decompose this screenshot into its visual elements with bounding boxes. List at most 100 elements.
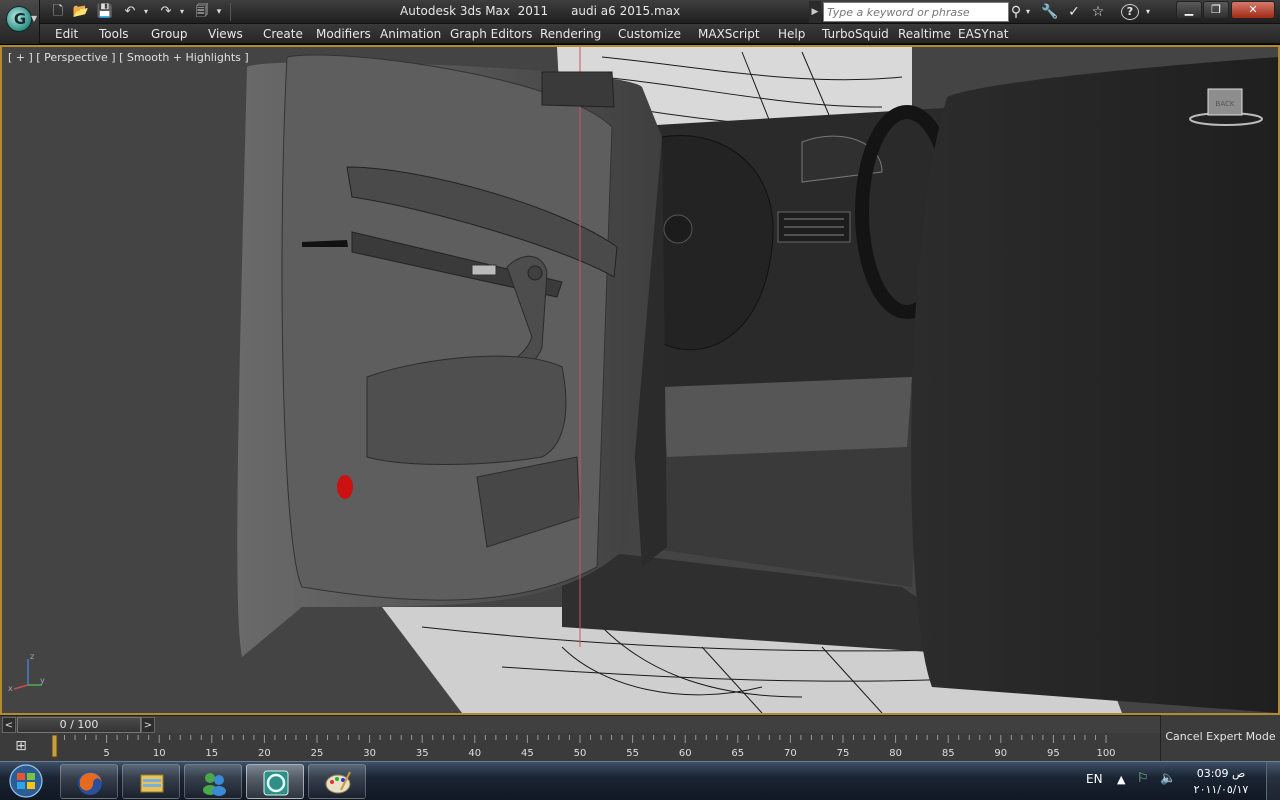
menu-create[interactable]: Create <box>263 27 303 41</box>
favorites-star-icon[interactable]: ☆ <box>1087 1 1109 23</box>
language-indicator[interactable]: EN <box>1086 772 1103 786</box>
axis-y-label: y <box>40 676 45 685</box>
menu-help[interactable]: Help <box>778 27 805 41</box>
title-bar: 🗋 📂 💾 ↶ ▾ ↷ ▾ 🗐 ▾ Autodesk 3ds Max 2011 … <box>0 0 1280 24</box>
menu-bar: Edit Tools Group Views Create Modifiers … <box>40 24 1280 44</box>
chevron-down-icon: ▼ <box>31 14 38 23</box>
ruler-tick-label: 25 <box>311 748 324 759</box>
menu-realtime[interactable]: Realtime <box>898 27 951 41</box>
redo-dropdown-icon[interactable]: ▾ <box>176 2 188 22</box>
firefox-icon <box>78 771 102 795</box>
time-slider-next-button[interactable]: > <box>141 717 155 733</box>
quick-access-dropdown-icon[interactable]: ▾ <box>212 2 226 22</box>
help-icon[interactable]: ? <box>1121 4 1139 20</box>
ruler-tick-label: 35 <box>416 748 429 759</box>
ruler-tick-label: 15 <box>205 748 218 759</box>
menu-animation[interactable]: Animation <box>380 27 441 41</box>
messenger-icon <box>203 773 226 796</box>
time-slider-prev-button[interactable]: < <box>2 717 16 733</box>
3ds-max-icon <box>263 770 289 796</box>
close-button[interactable]: ✕ <box>1231 1 1275 19</box>
menu-group[interactable]: Group <box>151 27 188 41</box>
maximize-button[interactable]: ❐ <box>1203 1 1229 19</box>
infocenter: ▶ ⚲ ▾ 🔧 ✓ ☆ ? ▾ <box>809 1 1159 23</box>
taskbar-3ds-max[interactable] <box>246 764 304 799</box>
toolbar-separator <box>230 3 231 21</box>
menu-rendering[interactable]: Rendering <box>540 27 601 41</box>
search-expand-icon[interactable]: ▶ <box>809 1 821 23</box>
volume-icon[interactable]: 🔈 <box>1160 771 1176 786</box>
help-dropdown-icon[interactable]: ▾ <box>1142 1 1154 23</box>
undo-icon[interactable]: ↶ <box>120 2 140 22</box>
search-input[interactable] <box>823 2 1009 22</box>
ruler-tick-label: 55 <box>626 748 639 759</box>
show-desktop-button[interactable] <box>1266 762 1280 800</box>
communication-center-icon[interactable]: ✓ <box>1063 1 1085 23</box>
car-interior-render <box>2 47 1278 713</box>
taskbar-firefox[interactable] <box>60 764 118 799</box>
new-file-icon[interactable]: 🗋 <box>48 2 68 22</box>
clock-time[interactable]: ص 03:09 <box>1190 767 1252 780</box>
open-file-icon[interactable]: 📂 <box>71 2 91 22</box>
axis-z-label: z <box>30 652 34 661</box>
folder-icon <box>140 774 164 793</box>
ruler-tick-label: 95 <box>1047 748 1060 759</box>
ruler-tick-label: 10 <box>153 748 166 759</box>
menu-turbosquid[interactable]: TurboSquid <box>822 27 889 41</box>
ruler-tick-label: 65 <box>731 748 744 759</box>
taskbar-file-explorer[interactable] <box>122 764 180 799</box>
paint-palette-icon <box>325 771 351 794</box>
search-dropdown-icon[interactable]: ▾ <box>1023 1 1033 23</box>
menu-views[interactable]: Views <box>208 27 243 41</box>
menu-modifiers[interactable]: Modifiers <box>316 27 371 41</box>
viewcube-face-label: BACK <box>1216 100 1235 108</box>
menu-maxscript[interactable]: MAXScript <box>698 27 760 41</box>
undo-dropdown-icon[interactable]: ▾ <box>140 2 152 22</box>
app-name: Autodesk 3ds Max 2011 <box>400 4 549 18</box>
menu-tools[interactable]: Tools <box>99 27 129 41</box>
save-file-icon[interactable]: 💾 <box>95 2 115 22</box>
cancel-expert-mode-button[interactable]: Cancel Expert Mode <box>1160 715 1280 761</box>
mini-curve-editor-icon[interactable]: ⊞ <box>10 738 32 756</box>
menu-graph-editors[interactable]: Graph Editors <box>450 27 532 41</box>
ruler-tick-label: 75 <box>837 748 850 759</box>
subscription-key-icon[interactable]: 🔧 <box>1039 1 1061 23</box>
ruler-tick-label: 40 <box>468 748 481 759</box>
show-hidden-icons-icon[interactable]: ▲ <box>1117 773 1125 786</box>
ruler-tick-label: 90 <box>994 748 1007 759</box>
ruler-tick-label: 20 <box>258 748 271 759</box>
viewport-label[interactable]: [ + ] [ Perspective ] [ Smooth + Highlig… <box>8 51 249 64</box>
ruler-tick-label: 100 <box>1096 748 1115 759</box>
selected-object-marker <box>337 475 353 499</box>
clock-date[interactable]: ٢٠١١/٠٥/١٧ <box>1188 783 1254 796</box>
viewcube-icon[interactable]: BACK <box>1186 83 1266 133</box>
taskbar-messenger[interactable] <box>184 764 242 799</box>
windows-start-button[interactable] <box>4 763 48 800</box>
ruler-tick-label: 45 <box>521 748 534 759</box>
ruler-tick-label: 50 <box>574 748 587 759</box>
menu-customize[interactable]: Customize <box>618 27 681 41</box>
ruler-tick-label: 80 <box>889 748 902 759</box>
minimize-button[interactable]: ▁ <box>1176 1 1202 19</box>
perspective-viewport[interactable]: [ + ] [ Perspective ] [ Smooth + Highlig… <box>0 45 1280 715</box>
windows-taskbar: EN ▲ ⚐ 🔈 ص 03:09 ٢٠١١/٠٥/١٧ <box>0 761 1280 800</box>
3ds-max-logo-icon: G <box>6 6 32 32</box>
current-frame-marker[interactable] <box>52 735 58 758</box>
menu-edit[interactable]: Edit <box>55 27 78 41</box>
ruler-tick-label: 85 <box>942 748 955 759</box>
track-bar[interactable]: ⊞ 5 10 15 20 25 30 35 40 45 50 55 60 65 70 75 80 85 90 95 1… <box>0 733 1160 761</box>
network-icon[interactable]: ⚐ <box>1137 771 1149 786</box>
project-folder-icon[interactable]: 🗐 <box>192 2 212 22</box>
redo-icon[interactable]: ↷ <box>156 2 176 22</box>
ruler-tick-label: 30 <box>363 748 376 759</box>
time-slider[interactable]: < 0 / 100 > <box>0 715 1160 733</box>
frame-ruler[interactable]: 5 10 15 20 25 30 35 40 45 50 55 60 65 70 75 80 85 90 95 100 <box>52 735 1157 759</box>
menu-easynat[interactable]: EASYnat <box>958 27 1008 41</box>
ruler-tick-label: 60 <box>679 748 692 759</box>
ruler-tick-label: 5 <box>103 748 109 759</box>
taskbar-paint[interactable] <box>308 764 366 799</box>
time-slider-thumb[interactable]: 0 / 100 <box>17 717 141 733</box>
axis-x-label: x <box>8 684 13 693</box>
axis-tripod-icon: z y x <box>8 652 45 693</box>
application-menu-button[interactable]: G ▼ <box>0 0 40 44</box>
